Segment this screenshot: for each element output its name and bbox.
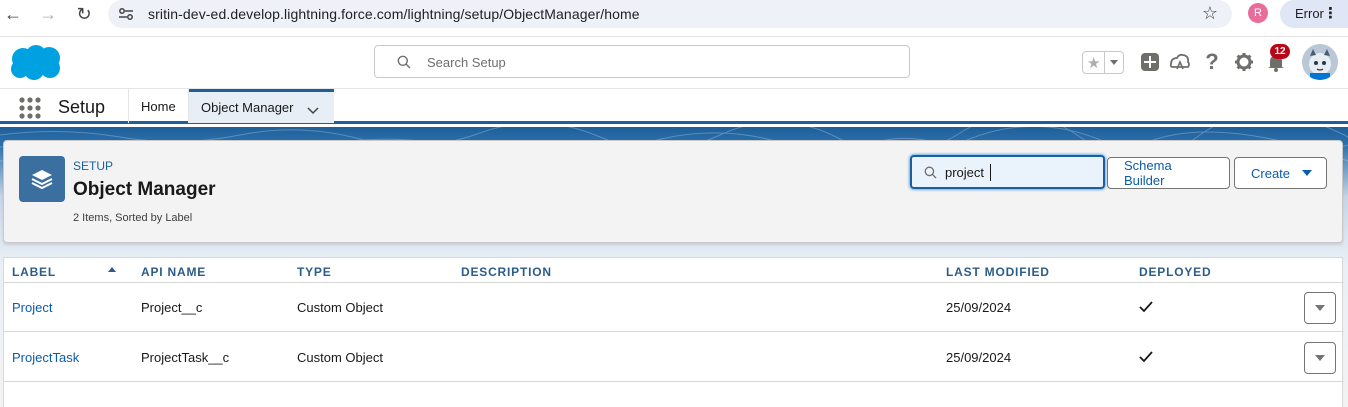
caret-down-icon	[1302, 170, 1313, 176]
tab-object-manager[interactable]: Object Manager	[189, 89, 334, 123]
last-modified-cell: 25/09/2024	[946, 300, 1012, 315]
help-icon[interactable]: ?	[1201, 49, 1223, 74]
favorite-star-icon[interactable]: ★	[1083, 52, 1106, 73]
url-text[interactable]: sritin-dev-ed.develop.lightning.force.co…	[148, 6, 640, 22]
last-modified-cell: 25/09/2024	[946, 350, 1012, 365]
row-actions-button[interactable]	[1304, 292, 1336, 324]
object-label-link[interactable]: Project	[12, 300, 52, 315]
object-manager-header: SETUP Object Manager 2 Items, Sorted by …	[3, 140, 1343, 243]
type-cell: Custom Object	[297, 350, 383, 365]
breadcrumb[interactable]: SETUP	[73, 159, 113, 173]
app-name: Setup	[58, 97, 106, 117]
checkmark-icon	[1139, 301, 1153, 313]
profile-avatar[interactable]: R	[1248, 3, 1268, 23]
table-header: LABEL API NAME TYPE DESCRIPTION LAST MOD…	[4, 258, 1344, 283]
table-row: ProjectTask ProjectTask__c Custom Object…	[4, 333, 1344, 382]
global-actions-plus-icon[interactable]	[1139, 51, 1161, 73]
browser-menu-icon[interactable]: ⋮	[1323, 4, 1338, 22]
browser-toolbar: ← → ↻ sritin-dev-ed.develop.lightning.fo…	[0, 0, 1348, 37]
checkmark-icon	[1139, 351, 1153, 363]
table-row: Project Project__c Custom Object 25/09/2…	[4, 283, 1344, 332]
schema-builder-button[interactable]: Schema Builder	[1107, 157, 1230, 189]
favorites-dropdown-icon[interactable]	[1105, 52, 1123, 73]
layers-icon	[19, 156, 65, 202]
create-button[interactable]: Create	[1234, 157, 1327, 189]
item-count-text: 2 Items, Sorted by Label	[73, 212, 193, 224]
notification-count-badge: 12	[1270, 44, 1290, 59]
api-name-cell: ProjectTask__c	[141, 350, 230, 365]
page-title: Object Manager	[73, 179, 216, 200]
column-header-label[interactable]: LABEL	[12, 265, 56, 279]
search-icon	[924, 166, 937, 179]
search-placeholder: Search Setup	[427, 55, 506, 70]
app-launcher-icon[interactable]	[19, 97, 41, 119]
quick-find-value: project	[945, 165, 985, 180]
caret-down-icon	[1315, 305, 1325, 311]
caret-down-icon	[1315, 355, 1325, 361]
column-header-type[interactable]: TYPE	[297, 265, 332, 279]
gear-icon[interactable]	[1233, 51, 1255, 73]
chevron-down-icon[interactable]	[307, 104, 319, 116]
create-button-label: Create	[1251, 165, 1291, 181]
tab-home[interactable]: Home	[129, 89, 189, 123]
text-cursor	[990, 164, 991, 181]
favorites-button-group: ★	[1082, 51, 1124, 74]
objects-table: LABEL API NAME TYPE DESCRIPTION LAST MOD…	[3, 257, 1344, 407]
column-header-last-modified[interactable]: LAST MODIFIED	[946, 265, 1050, 279]
column-header-api-name[interactable]: API NAME	[141, 265, 206, 279]
sort-ascending-icon[interactable]	[108, 267, 116, 272]
forward-arrow-icon[interactable]: →	[37, 3, 59, 25]
user-avatar[interactable]	[1302, 44, 1338, 80]
type-cell: Custom Object	[297, 300, 383, 315]
app-navigation-bar: Setup Home Object Manager	[0, 88, 1348, 124]
error-button[interactable]: Error ⋮	[1280, 0, 1348, 28]
bookmark-star-icon[interactable]: ☆	[1202, 3, 1218, 24]
error-label: Error	[1295, 6, 1324, 21]
quick-find-input[interactable]: project	[910, 155, 1105, 189]
global-header: Search Setup ★ ? 12	[0, 37, 1348, 88]
column-header-description[interactable]: DESCRIPTION	[461, 265, 552, 279]
object-label-link[interactable]: ProjectTask	[12, 350, 79, 365]
column-header-deployed[interactable]: DEPLOYED	[1139, 265, 1211, 279]
site-settings-icon[interactable]	[118, 6, 134, 22]
reload-icon[interactable]: ↻	[73, 3, 95, 25]
salesforce-logo-icon[interactable]	[6, 42, 64, 82]
address-bar[interactable]: sritin-dev-ed.develop.lightning.force.co…	[108, 0, 1232, 28]
trailhead-guidance-icon[interactable]	[1169, 51, 1191, 73]
search-setup-input[interactable]: Search Setup	[374, 45, 910, 78]
row-actions-button[interactable]	[1304, 342, 1336, 374]
back-arrow-icon[interactable]: ←	[2, 3, 24, 25]
search-icon	[397, 55, 411, 69]
tab-object-manager-label: Object Manager	[201, 100, 294, 115]
api-name-cell: Project__c	[141, 300, 203, 315]
